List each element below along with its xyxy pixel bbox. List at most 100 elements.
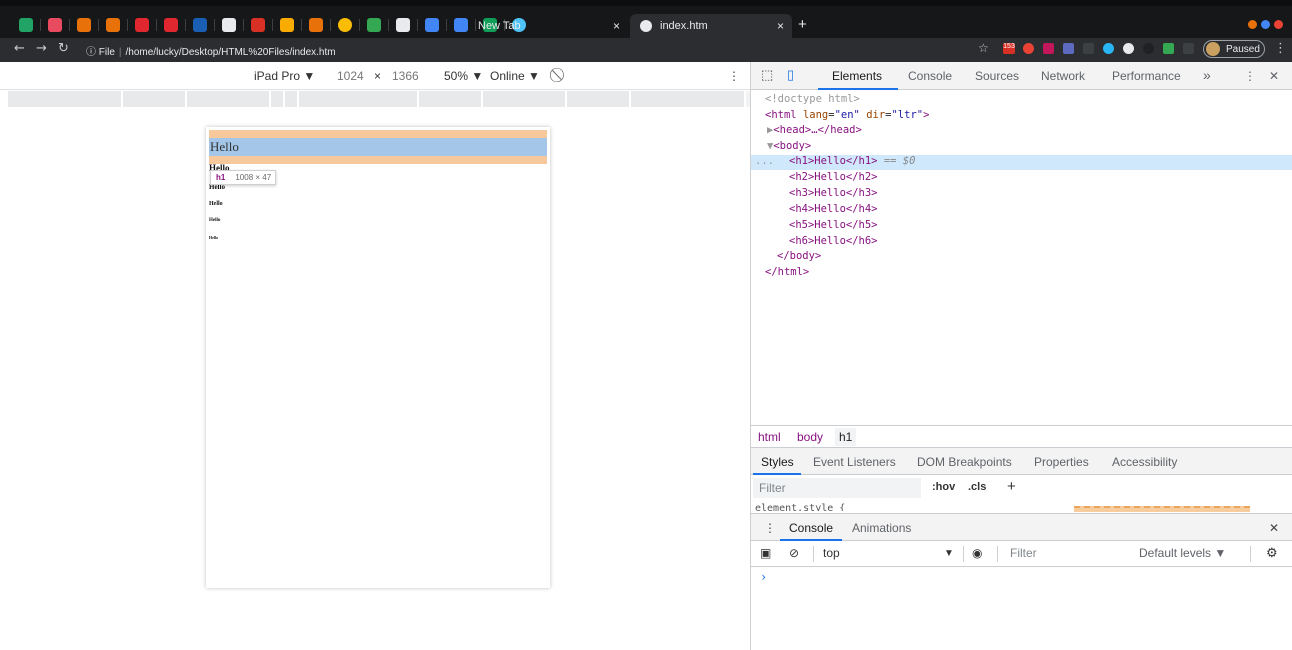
extension-badge[interactable]: 153: [1003, 43, 1015, 54]
extension-icon[interactable]: [1023, 43, 1034, 54]
body-close-node[interactable]: </body>: [777, 250, 821, 265]
drawer-menu-icon[interactable]: ⋮: [764, 521, 776, 535]
more-tabs-icon[interactable]: »: [1203, 67, 1211, 83]
pinned-tab-icon[interactable]: [280, 18, 294, 32]
new-tab-button[interactable]: +: [798, 16, 807, 33]
pinned-tab-icon[interactable]: [19, 18, 33, 32]
extension-icon[interactable]: [1143, 43, 1154, 54]
browser-menu-icon[interactable]: ⋮: [1274, 41, 1287, 56]
body-node[interactable]: ▼<body>: [767, 140, 811, 155]
reload-icon[interactable]: ↻: [58, 41, 69, 56]
h2-node[interactable]: <h2>Hello</h2>: [789, 171, 878, 186]
pinned-tab-icon[interactable]: [338, 18, 352, 32]
pinned-tab-icon[interactable]: [164, 18, 178, 32]
extension-icon[interactable]: [1103, 43, 1114, 54]
tab-dom-breakpoints[interactable]: DOM Breakpoints: [917, 455, 1012, 469]
address-bar[interactable]: ⓘ File |/home/lucky/Desktop/HTML%20Files/…: [86, 43, 336, 58]
media-query-segment[interactable]: [271, 91, 285, 107]
devtools-close-icon[interactable]: ✕: [1269, 69, 1279, 83]
log-levels-select[interactable]: Default levels ▼: [1139, 546, 1226, 560]
tab-performance[interactable]: Performance: [1112, 69, 1181, 83]
inspect-element-icon[interactable]: ⬚: [761, 67, 773, 83]
eye-icon[interactable]: ◉: [972, 546, 982, 560]
close-window-button[interactable]: [1274, 20, 1283, 29]
doctype-node[interactable]: <!doctype html>: [765, 93, 860, 108]
h3-node[interactable]: <h3>Hello</h3>: [789, 187, 878, 202]
device-frame[interactable]: Hello Hello Hello Hello Hello Hello: [206, 127, 550, 588]
devtools-menu-icon[interactable]: ⋮: [1244, 69, 1256, 83]
close-tab-icon[interactable]: ×: [777, 19, 784, 33]
context-select[interactable]: top: [823, 546, 840, 560]
new-style-rule-button[interactable]: +: [1007, 478, 1016, 495]
media-query-segment[interactable]: [285, 91, 299, 107]
pinned-tab-icon[interactable]: [77, 18, 91, 32]
media-query-segment[interactable]: [483, 91, 567, 107]
drawer-tab-console[interactable]: Console: [789, 521, 833, 535]
tab-console[interactable]: Console: [908, 69, 952, 83]
tab-accessibility[interactable]: Accessibility: [1112, 455, 1177, 469]
tab-elements[interactable]: Elements: [832, 69, 882, 83]
extension-icon[interactable]: [1183, 43, 1194, 54]
pinned-tab-icon[interactable]: [251, 18, 265, 32]
media-query-segment[interactable]: [419, 91, 483, 107]
media-query-segment[interactable]: [299, 91, 419, 107]
pinned-tab-icon[interactable]: [222, 18, 236, 32]
media-query-segment[interactable]: [187, 91, 271, 107]
zoom-select[interactable]: 50% ▼: [444, 69, 483, 83]
hov-toggle[interactable]: :hov: [932, 481, 955, 493]
extension-icon[interactable]: [1083, 43, 1094, 54]
node-actions-dots[interactable]: ...: [755, 155, 774, 170]
h1-node[interactable]: <h1>Hello</h1> == $0: [789, 155, 915, 170]
breadcrumb-h1[interactable]: h1: [835, 428, 857, 446]
extension-icon[interactable]: [1043, 43, 1054, 54]
extension-icon[interactable]: [1123, 43, 1134, 54]
device-toggle-icon[interactable]: ▯: [787, 67, 794, 83]
h4-node[interactable]: <h4>Hello</h4>: [789, 203, 878, 218]
forward-icon[interactable]: →: [36, 41, 47, 56]
drawer-tab-animations[interactable]: Animations: [852, 521, 911, 535]
media-query-bar[interactable]: [8, 91, 750, 107]
pinned-tab-icon[interactable]: [135, 18, 149, 32]
breadcrumb-html[interactable]: html: [758, 430, 781, 444]
pinned-tab-icon[interactable]: [396, 18, 410, 32]
tab-sources[interactable]: Sources: [975, 69, 1019, 83]
pinned-tab-icon[interactable]: [48, 18, 62, 32]
pinned-tab-icon[interactable]: [106, 18, 120, 32]
console-filter-input[interactable]: Filter: [1010, 546, 1037, 560]
device-more-icon[interactable]: ⋮: [728, 69, 740, 83]
cls-toggle[interactable]: .cls: [968, 481, 986, 493]
gear-icon[interactable]: ⚙: [1266, 545, 1278, 561]
media-query-segment[interactable]: [123, 91, 187, 107]
h6-node[interactable]: <h6>Hello</h6>: [789, 235, 878, 250]
breadcrumb-body[interactable]: body: [797, 430, 823, 444]
pinned-tab-icon[interactable]: [193, 18, 207, 32]
h5-node[interactable]: <h5>Hello</h5>: [789, 219, 878, 234]
device-select[interactable]: iPad Pro ▼: [254, 69, 315, 83]
media-query-segment[interactable]: [567, 91, 631, 107]
media-query-segment[interactable]: [8, 91, 123, 107]
pinned-tab-icon[interactable]: [309, 18, 323, 32]
drawer-close-icon[interactable]: ✕: [1269, 521, 1279, 535]
element-style-rule[interactable]: element.style {: [755, 503, 845, 511]
tab-index-htm[interactable]: index.htm ×: [630, 14, 792, 38]
html-close-node[interactable]: </html>: [765, 266, 809, 281]
tab-event-listeners[interactable]: Event Listeners: [813, 455, 896, 469]
media-query-segment[interactable]: [631, 91, 746, 107]
extension-icon[interactable]: [1063, 43, 1074, 54]
pinned-tab-icon[interactable]: [367, 18, 381, 32]
tab-properties[interactable]: Properties: [1034, 455, 1089, 469]
minimize-window-button[interactable]: [1248, 20, 1257, 29]
back-icon[interactable]: ←: [14, 41, 25, 56]
console-prompt[interactable]: ›: [760, 570, 767, 584]
viewport-height-input[interactable]: 1366: [392, 69, 419, 83]
html-node[interactable]: <html lang="en" dir="ltr">: [765, 109, 929, 124]
throttling-select[interactable]: Online ▼: [490, 69, 540, 83]
bookmark-star-icon[interactable]: ☆: [978, 41, 989, 55]
tab-styles[interactable]: Styles: [761, 455, 794, 469]
sidebar-toggle-icon[interactable]: ▣: [760, 546, 771, 560]
maximize-window-button[interactable]: [1261, 20, 1270, 29]
head-node[interactable]: ▶<head>…</head>: [767, 124, 862, 139]
tab-new-tab[interactable]: New Tab ×: [468, 14, 628, 38]
context-dropdown-icon[interactable]: ▼: [944, 548, 954, 559]
close-tab-icon[interactable]: ×: [613, 19, 620, 33]
